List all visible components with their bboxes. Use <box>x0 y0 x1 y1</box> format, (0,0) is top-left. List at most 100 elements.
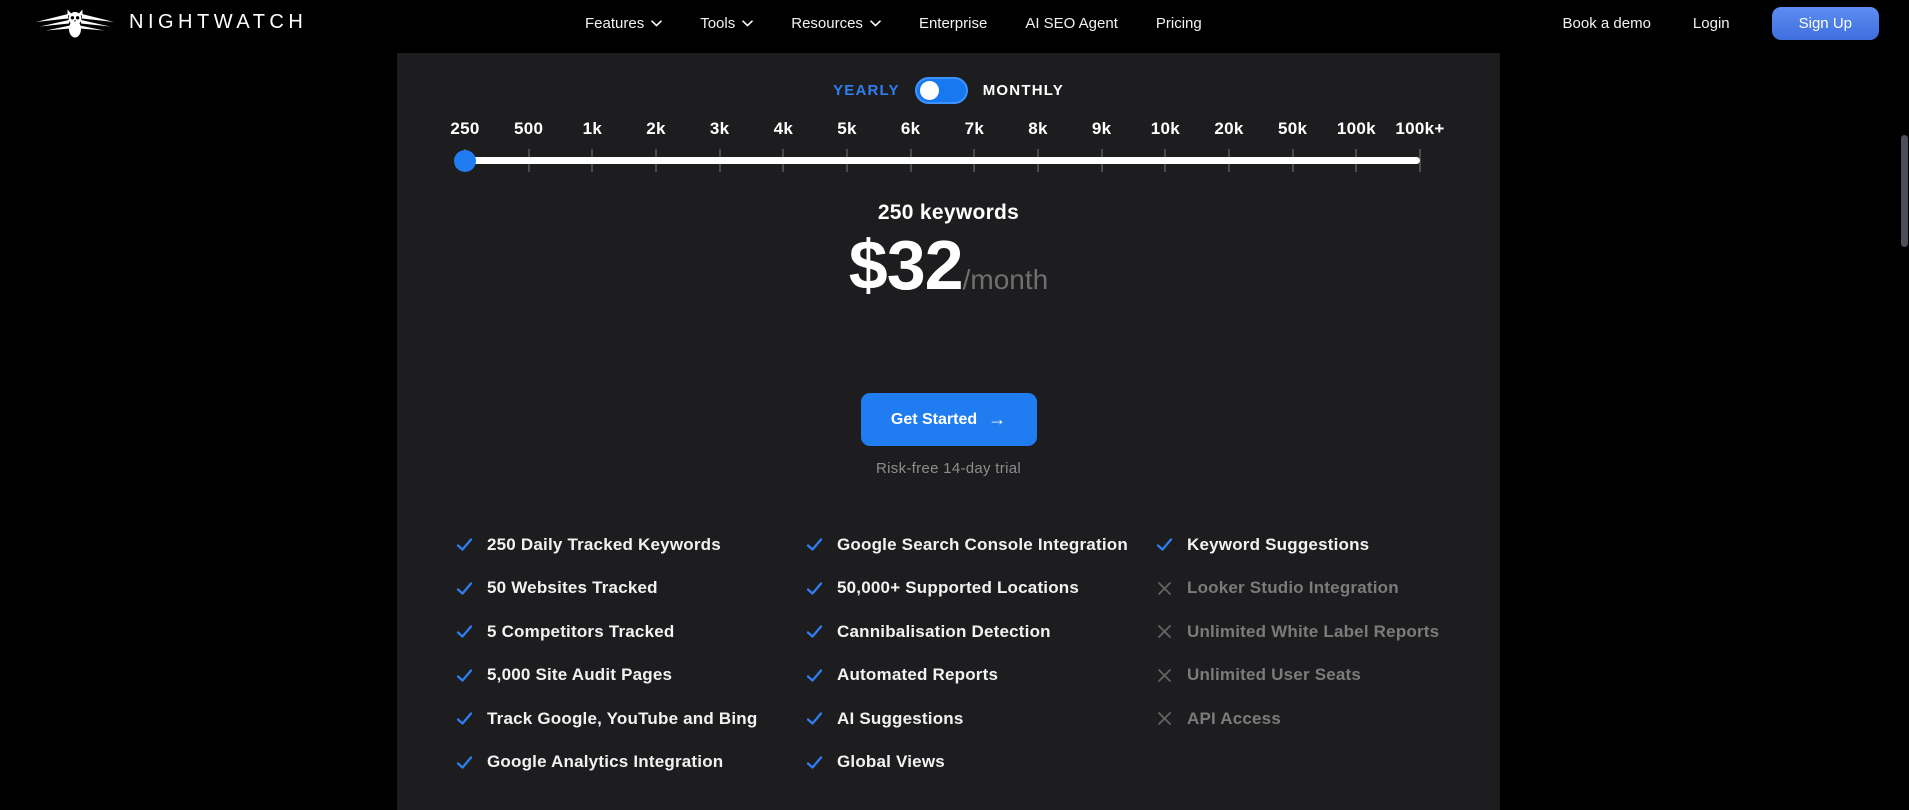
features-column-1: 250 Daily Tracked Keywords 50 Websites Tr… <box>455 523 805 784</box>
login-link[interactable]: Login <box>1693 15 1730 32</box>
feature-item: 50 Websites Tracked <box>455 567 805 611</box>
trial-note: Risk-free 14-day trial <box>876 460 1021 477</box>
check-icon <box>806 712 823 725</box>
slider-track[interactable] <box>465 157 1420 164</box>
check-icon <box>456 712 473 725</box>
nav-actions: Book a demo Login Sign Up <box>1563 0 1879 46</box>
check-icon <box>456 756 473 769</box>
feature-label: Track Google, YouTube and Bing <box>487 708 758 728</box>
scrollbar-thumb[interactable] <box>1901 135 1908 247</box>
check-icon <box>806 625 823 638</box>
feature-item: Unlimited White Label Reports <box>1155 610 1500 654</box>
keyword-slider: 250 500 1k 2k 3k 4k 5k 6k 7k 8k 9k 10k 20k 50k 100k 100… <box>450 119 1444 181</box>
billing-toggle-switch[interactable] <box>914 77 968 104</box>
brand-logo[interactable]: NIGHTWATCH <box>34 6 307 39</box>
keywords-count-label: 250 keywords <box>877 201 1020 224</box>
book-a-demo-link[interactable]: Book a demo <box>1563 15 1651 32</box>
sign-up-button[interactable]: Sign Up <box>1771 6 1879 40</box>
slider-stop-label: 20k <box>1214 119 1244 138</box>
nav-item-features[interactable]: Features <box>585 14 663 32</box>
feature-label: 5,000 Site Audit Pages <box>487 665 673 685</box>
slider-stop-label: 250 <box>450 119 480 138</box>
feature-label: AI Suggestions <box>837 708 964 728</box>
slider-stop-label: 1k <box>582 119 603 138</box>
slider-stop-label: 3k <box>709 119 730 138</box>
slider-stop-label: 10k <box>1150 119 1180 138</box>
features-column-3: Keyword Suggestions Looker Studio Integra… <box>1155 523 1500 784</box>
nav-item-ai-seo-agent[interactable]: AI SEO Agent <box>1025 15 1118 32</box>
nav-item-label: Features <box>585 14 645 32</box>
feature-label: Unlimited White Label Reports <box>1187 621 1440 641</box>
get-started-button[interactable]: Get Started → <box>860 393 1037 446</box>
nav-menu: Features Tools Resources Enterprise AI SEO A… <box>585 0 1202 46</box>
feature-item: Automated Reports <box>805 654 1155 698</box>
check-icon <box>806 582 823 595</box>
feature-label: Google Analytics Integration <box>487 752 724 772</box>
features-column-2: Google Search Console Integration 50,000+… <box>805 523 1155 784</box>
feature-label: Looker Studio Integration <box>1187 578 1399 598</box>
feature-label: API Access <box>1187 708 1281 728</box>
feature-item: AI Suggestions <box>805 697 1155 741</box>
feature-label: 250 Daily Tracked Keywords <box>487 534 721 554</box>
page: { "brand": { "name": "NIGHTWATCH" }, "na… <box>0 0 1909 810</box>
check-icon <box>806 756 823 769</box>
check-icon <box>1156 538 1173 551</box>
nav-item-label: AI SEO Agent <box>1025 14 1118 32</box>
feature-item: Looker Studio Integration <box>1155 567 1500 611</box>
nav-item-label: Pricing <box>1155 14 1202 32</box>
feature-label: Google Search Console Integration <box>837 534 1128 554</box>
slider-stop-label: 6k <box>900 119 921 138</box>
chevron-down-icon <box>651 19 663 26</box>
slider-stop-label: 5k <box>837 119 857 138</box>
monthly-label: MONTHLY <box>982 82 1064 99</box>
chevron-down-icon <box>870 19 881 26</box>
check-icon <box>456 625 473 638</box>
feature-item: API Access <box>1155 697 1500 741</box>
feature-item: Google Search Console Integration <box>805 523 1155 567</box>
price-row: $32 /month <box>397 225 1500 305</box>
top-navbar: NIGHTWATCH Features Tools Resources Enterpr… <box>0 0 1909 46</box>
nav-item-tools[interactable]: Tools <box>700 14 754 32</box>
feature-label: Automated Reports <box>837 665 999 685</box>
x-icon <box>1158 625 1171 639</box>
slider-stop-label: 100k <box>1336 119 1376 138</box>
feature-item: 50,000+ Supported Locations <box>805 567 1155 611</box>
feature-item: Cannibalisation Detection <box>805 610 1155 654</box>
price-value: $32 <box>848 226 964 304</box>
toggle-knob[interactable] <box>919 81 939 100</box>
slider-stop-label: 9k <box>1091 119 1112 138</box>
feature-item: Unlimited User Seats <box>1155 654 1500 698</box>
slider-stop-label: 4k <box>773 119 794 138</box>
nav-item-pricing[interactable]: Pricing <box>1156 15 1202 32</box>
slider-stop-label: 2k <box>646 119 666 138</box>
feature-item: Google Analytics Integration <box>455 741 805 785</box>
feature-label: 5 Competitors Tracked <box>487 621 675 641</box>
nav-item-label: Tools <box>700 14 736 32</box>
feature-label: Cannibalisation Detection <box>837 621 1051 641</box>
slider-stop-label: 7k <box>964 119 985 138</box>
billing-toggle-row: YEARLY MONTHLY <box>397 77 1500 104</box>
slider-stop-label: 50k <box>1278 119 1308 138</box>
feature-label: 50 Websites Tracked <box>487 578 658 598</box>
check-icon <box>806 538 823 551</box>
slider-handle[interactable] <box>454 149 476 172</box>
check-icon <box>456 669 473 682</box>
nav-item-enterprise[interactable]: Enterprise <box>919 15 987 32</box>
check-icon <box>806 669 823 682</box>
slider-stop-label: 8k <box>1028 119 1048 138</box>
feature-label: Global Views <box>837 752 945 772</box>
feature-item: Track Google, YouTube and Bing <box>455 697 805 741</box>
feature-item: 5 Competitors Tracked <box>455 610 805 654</box>
x-icon <box>1158 668 1171 682</box>
feature-item: 5,000 Site Audit Pages <box>455 654 805 698</box>
feature-label: Unlimited User Seats <box>1187 665 1362 685</box>
pricing-panel: YEARLY MONTHLY 250 500 1k 2k 3k 4k 5k 6k 7k 8k 9k 1… <box>397 53 1500 810</box>
x-icon <box>1158 581 1171 595</box>
chevron-down-icon <box>742 19 754 26</box>
nav-item-label: Enterprise <box>918 14 988 32</box>
nav-item-resources[interactable]: Resources <box>791 15 881 32</box>
yearly-label: YEARLY <box>833 82 900 99</box>
features-grid: 250 Daily Tracked Keywords 50 Websites Tr… <box>455 523 1500 784</box>
feature-item: 250 Daily Tracked Keywords <box>455 523 805 567</box>
slider-stop-label: 500 <box>514 119 544 138</box>
